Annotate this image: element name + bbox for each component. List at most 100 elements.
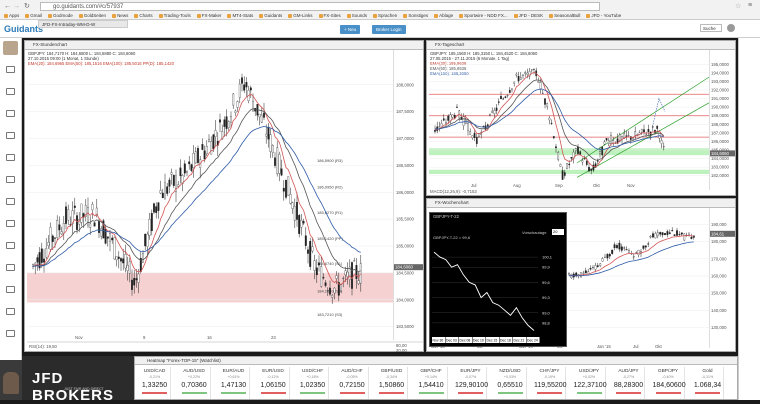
candle-body (606, 254, 609, 259)
candle-body (148, 219, 151, 236)
candle-body (588, 166, 590, 172)
bookmark-item[interactable]: News (112, 11, 128, 20)
candle-body (291, 202, 294, 209)
bookmark-item[interactable]: Sportwire - NDD FX... (459, 11, 508, 20)
jfd-banner[interactable]: JFD BROKERS JUST FAIR AND DIRECT (22, 356, 134, 404)
mini-dropdown[interactable]: 20 (552, 229, 564, 235)
share-icon[interactable] (6, 286, 15, 293)
reload-icon[interactable]: ↻ (24, 2, 30, 10)
chart-icon[interactable] (6, 66, 15, 73)
quote-tile[interactable]: EUR/USD -0,12% 1,06150 (258, 367, 290, 399)
bookmark-item[interactable]: MT4-Stats (227, 11, 253, 20)
pivot-level-label: 185,1420 (PP) (317, 236, 343, 241)
bookmark-item[interactable]: JFD - YouTube (586, 11, 621, 20)
print-icon[interactable] (6, 308, 15, 315)
quote-tile[interactable]: AUD/USD +0,22% 0,70360 (179, 367, 211, 399)
candle-body (599, 263, 602, 267)
folder-icon (373, 13, 378, 18)
candle-body (98, 220, 100, 233)
bookmark-label: FX-Maker (201, 13, 222, 18)
bookmark-item[interactable]: GoldSeiten (78, 11, 106, 20)
quote-tile[interactable]: Gold -0,31% 1.068,34 (692, 367, 724, 399)
quote-tile[interactable]: GBP/USD -0,34% 1,50860 (376, 367, 408, 399)
folder-icon (549, 13, 554, 18)
new-button[interactable]: + Neu (340, 25, 361, 34)
forward-icon[interactable]: → (13, 3, 20, 10)
bookmark-item[interactable]: FX-Maker (196, 11, 222, 20)
time-tick-label: 9 (143, 335, 146, 340)
quote-tile[interactable]: USD/CHF +0,18% 1,02350 (297, 367, 329, 399)
candle-body (177, 184, 180, 187)
list-icon[interactable] (6, 88, 15, 95)
candle-body (271, 145, 274, 154)
candle-body (582, 272, 585, 274)
candle-body (601, 258, 604, 262)
bookmark-item[interactable]: FX-Sites (318, 11, 341, 20)
bookmark-item[interactable]: Ablage (434, 11, 453, 20)
candle-body (355, 265, 358, 279)
mini-chart-popup[interactable]: GBPJPY-T-22 GBPJPY-T-22 = 99,6 Vorschaut… (429, 212, 567, 347)
candle-body (106, 236, 109, 239)
settings-icon[interactable] (6, 242, 15, 249)
workspace-tab[interactable]: JFD-FX-Intraday-WM-D-W (38, 20, 128, 28)
help-icon[interactable] (6, 264, 15, 271)
layout-icon[interactable] (6, 330, 15, 337)
quote-value: 129,90100 (455, 382, 489, 389)
bookmark-item[interactable]: Guidants (259, 11, 282, 20)
bookmark-item[interactable]: Sprachen (373, 11, 397, 20)
search-input[interactable]: Suche (700, 24, 722, 32)
alert-icon[interactable] (6, 176, 15, 183)
candle-body (225, 116, 228, 129)
candle-body (493, 110, 496, 115)
quote-tile[interactable]: USD/JPY +0,02% 122,37100 (574, 367, 607, 399)
folder-icon (459, 13, 464, 18)
bookmark-label: Charts (139, 13, 153, 18)
candle-body (618, 242, 621, 250)
menu-icon[interactable]: ≡ (748, 2, 752, 9)
hourly-chart[interactable]: 188,0000187,5000187,0000186,5000186,0000… (25, 50, 423, 352)
news-icon[interactable] (6, 132, 15, 139)
bookmark-item[interactable]: Apps (4, 11, 19, 20)
calendar-icon[interactable] (6, 154, 15, 161)
candle-body (440, 123, 443, 127)
bookmark-item[interactable]: Sonstiges (403, 11, 428, 20)
quote-bar (695, 392, 720, 394)
screen-icon[interactable] (6, 220, 15, 227)
candle-body (502, 98, 505, 100)
watchlist-icon[interactable] (6, 198, 15, 205)
bookmark-item[interactable]: GM-Links (288, 11, 313, 20)
bookmark-item[interactable]: Gmail (25, 11, 42, 20)
quote-tile[interactable]: EUR/AUD +0,61% 1,47130 (218, 367, 250, 399)
bookmark-item[interactable]: Sounds (346, 11, 367, 20)
address-bar[interactable]: go.guidants.com/#c/57937 (40, 2, 600, 11)
bookmark-item[interactable]: Charts (134, 11, 153, 20)
quote-tile[interactable]: GBP/CHF +0,14% 1,54410 (416, 367, 448, 399)
mini-date-label: Dec 18 (500, 339, 511, 343)
mini-line-chart[interactable]: 100,199,999,699,399,098,8Nov 30 Dec 03 Dec… (430, 241, 566, 346)
folder-icon[interactable] (6, 110, 15, 117)
quote-tile[interactable]: EUR/JPY -0,07% 129,90100 (455, 367, 489, 399)
bookmark-item[interactable]: Godmode (48, 11, 73, 20)
quote-tile[interactable]: CHF/JPY -0,19% 119,55200 (534, 367, 567, 399)
hourly-chart-panel: FX-Stundenchart GBPJPY: 184,7170 H: 184,… (24, 40, 424, 352)
candle-body (603, 141, 606, 145)
bookmark-item[interactable]: JFD - DESK (513, 11, 543, 20)
bookmarks-bar: Apps Gmail Godmode GoldSeiten News Charts Trad… (0, 11, 760, 20)
avatar[interactable] (3, 41, 18, 55)
bookmark-item[interactable]: Trading-Tools (158, 11, 191, 20)
quote-tile[interactable]: GBP/JPY -0,40% 184,60600 (653, 367, 686, 399)
quote-tile[interactable]: NZD/USD +0,03% 0,65510 (495, 367, 527, 399)
candle-body (649, 236, 652, 238)
user-icon[interactable] (727, 24, 735, 32)
bookmark-star-icon[interactable]: ☆ (735, 2, 741, 10)
candle-body (570, 157, 573, 159)
candle-body (585, 160, 588, 165)
quote-tile[interactable]: USD/CAD -0,21% 1,33250 (139, 367, 171, 399)
broker-login-button[interactable]: Broker Login (372, 25, 406, 34)
quote-tile[interactable]: AUD/JPY -0,27% 88,28300 (613, 367, 645, 399)
daily-chart[interactable]: 195,0000194,0000193,0000192,0000191,0000… (427, 50, 735, 196)
quote-bar (379, 392, 404, 394)
quote-tile[interactable]: AUD/CHF -0,05% 0,72150 (337, 367, 369, 399)
back-icon[interactable]: ← (4, 3, 11, 10)
bookmark-item[interactable]: SeasonalBull (549, 11, 580, 20)
